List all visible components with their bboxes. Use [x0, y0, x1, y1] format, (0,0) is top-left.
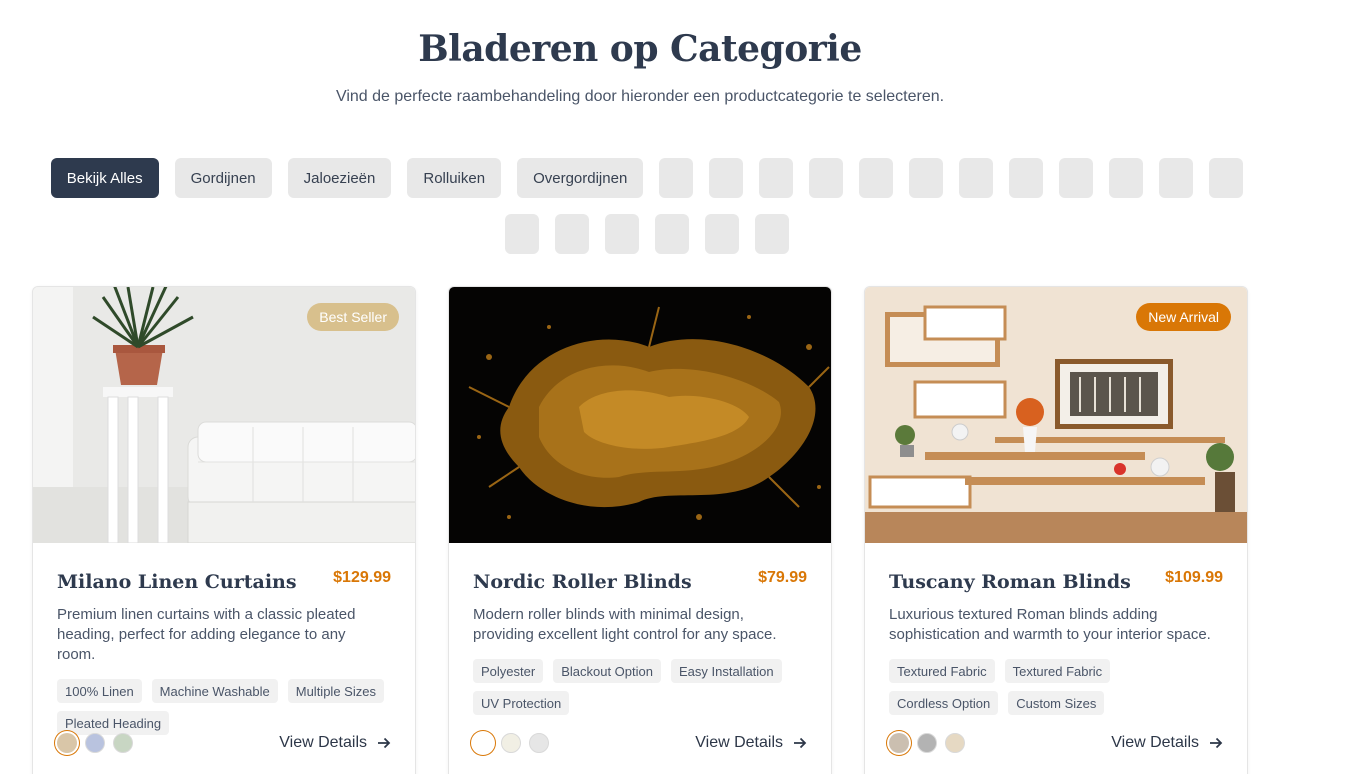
filter-empty[interactable]	[1209, 158, 1244, 198]
product-image[interactable]: Best Seller	[33, 287, 415, 543]
product-tags: 100% Linen Machine Washable Multiple Siz…	[57, 679, 391, 735]
color-swatch[interactable]	[889, 733, 909, 753]
filter-empty[interactable]	[909, 158, 944, 198]
filter-jaloezieen[interactable]: Jaloezieën	[287, 158, 392, 198]
product-price: $129.99	[333, 569, 391, 586]
filter-rolluiken[interactable]: Rolluiken	[407, 158, 502, 198]
color-swatches	[473, 733, 549, 753]
filter-empty[interactable]	[709, 158, 744, 198]
product-tags: Textured Fabric Textured Fabric Cordless…	[889, 659, 1223, 715]
filter-empty[interactable]	[1059, 158, 1094, 198]
view-details-link[interactable]: View Details	[1111, 734, 1223, 752]
tag: Textured Fabric	[889, 659, 995, 683]
product-image[interactable]: New Arrival	[865, 287, 1247, 543]
product-price: $109.99	[1165, 569, 1223, 586]
product-description: Luxurious textured Roman blinds adding s…	[889, 606, 1211, 643]
color-swatches	[889, 733, 965, 753]
color-swatch[interactable]	[917, 733, 937, 753]
arrow-right-icon	[794, 737, 807, 749]
tag: Cordless Option	[889, 691, 999, 715]
view-details-label: View Details	[1111, 734, 1199, 751]
filter-empty[interactable]	[1009, 158, 1044, 198]
filter-empty[interactable]	[705, 214, 739, 254]
view-details-label: View Details	[695, 734, 783, 751]
tag: Polyester	[473, 659, 544, 683]
product-grid: Best Seller Milano Linen Curtains $129.9…	[32, 286, 1248, 774]
tag: Textured Fabric	[1004, 659, 1111, 683]
tag: Custom Sizes	[1008, 691, 1105, 715]
product-card[interactable]: Nordic Roller Blinds $79.99 Modern rolle…	[448, 286, 832, 774]
product-card[interactable]: Best Seller Milano Linen Curtains $129.9…	[32, 286, 416, 774]
color-swatch[interactable]	[501, 733, 521, 753]
tag: Blackout Option	[553, 659, 661, 683]
product-tags: Polyester Blackout Option Easy Installat…	[473, 659, 807, 715]
color-swatch[interactable]	[57, 733, 77, 753]
filter-empty[interactable]	[1159, 158, 1194, 198]
filter-empty[interactable]	[505, 214, 539, 254]
product-card[interactable]: New Arrival Tuscany Roman Blinds $109.99…	[864, 286, 1248, 774]
gold-splash-image	[449, 287, 831, 543]
product-description: Premium linen curtains with a classic pl…	[57, 606, 356, 663]
filter-bekijk-alles[interactable]: Bekijk Alles	[50, 158, 159, 198]
tag: Machine Washable	[151, 679, 278, 703]
best-seller-badge: Best Seller	[307, 303, 399, 331]
page-subtitle: Vind de perfecte raambehandeling door hi…	[335, 88, 945, 105]
view-details-link[interactable]: View Details	[279, 734, 391, 752]
filter-gordijnen[interactable]: Gordijnen	[174, 158, 272, 198]
filter-overgordijnen[interactable]: Overgordijnen	[517, 158, 644, 198]
color-swatch[interactable]	[529, 733, 549, 753]
filter-empty[interactable]	[555, 214, 589, 254]
arrow-right-icon	[378, 737, 391, 749]
filter-empty[interactable]	[809, 158, 844, 198]
filter-empty[interactable]	[659, 158, 694, 198]
product-price: $79.99	[758, 569, 807, 586]
view-details-link[interactable]: View Details	[695, 734, 807, 752]
color-swatch[interactable]	[945, 733, 965, 753]
arrow-right-icon	[1210, 737, 1223, 749]
filter-empty[interactable]	[755, 214, 789, 254]
filter-empty[interactable]	[759, 158, 794, 198]
filter-empty[interactable]	[1109, 158, 1144, 198]
color-swatch[interactable]	[85, 733, 105, 753]
page-title: Bladeren op Categorie	[418, 28, 862, 70]
tag: Multiple Sizes	[287, 679, 384, 703]
view-details-label: View Details	[279, 734, 367, 751]
tag: 100% Linen	[57, 679, 142, 703]
filter-empty[interactable]	[605, 214, 639, 254]
filter-empty[interactable]	[959, 158, 994, 198]
product-title[interactable]: Nordic Roller Blinds	[473, 571, 807, 593]
product-description: Modern roller blinds with minimal design…	[473, 606, 777, 643]
color-swatch[interactable]	[113, 733, 133, 753]
filter-empty[interactable]	[655, 214, 689, 254]
filter-empty[interactable]	[859, 158, 894, 198]
category-filters: Bekijk Alles Gordijnen Jaloezieën Rollui…	[42, 158, 1252, 254]
product-image[interactable]	[449, 287, 831, 543]
color-swatches	[57, 733, 133, 753]
tag: Easy Installation	[670, 659, 782, 683]
new-arrival-badge: New Arrival	[1136, 303, 1231, 331]
tag: UV Protection	[473, 691, 570, 715]
color-swatch[interactable]	[473, 733, 493, 753]
